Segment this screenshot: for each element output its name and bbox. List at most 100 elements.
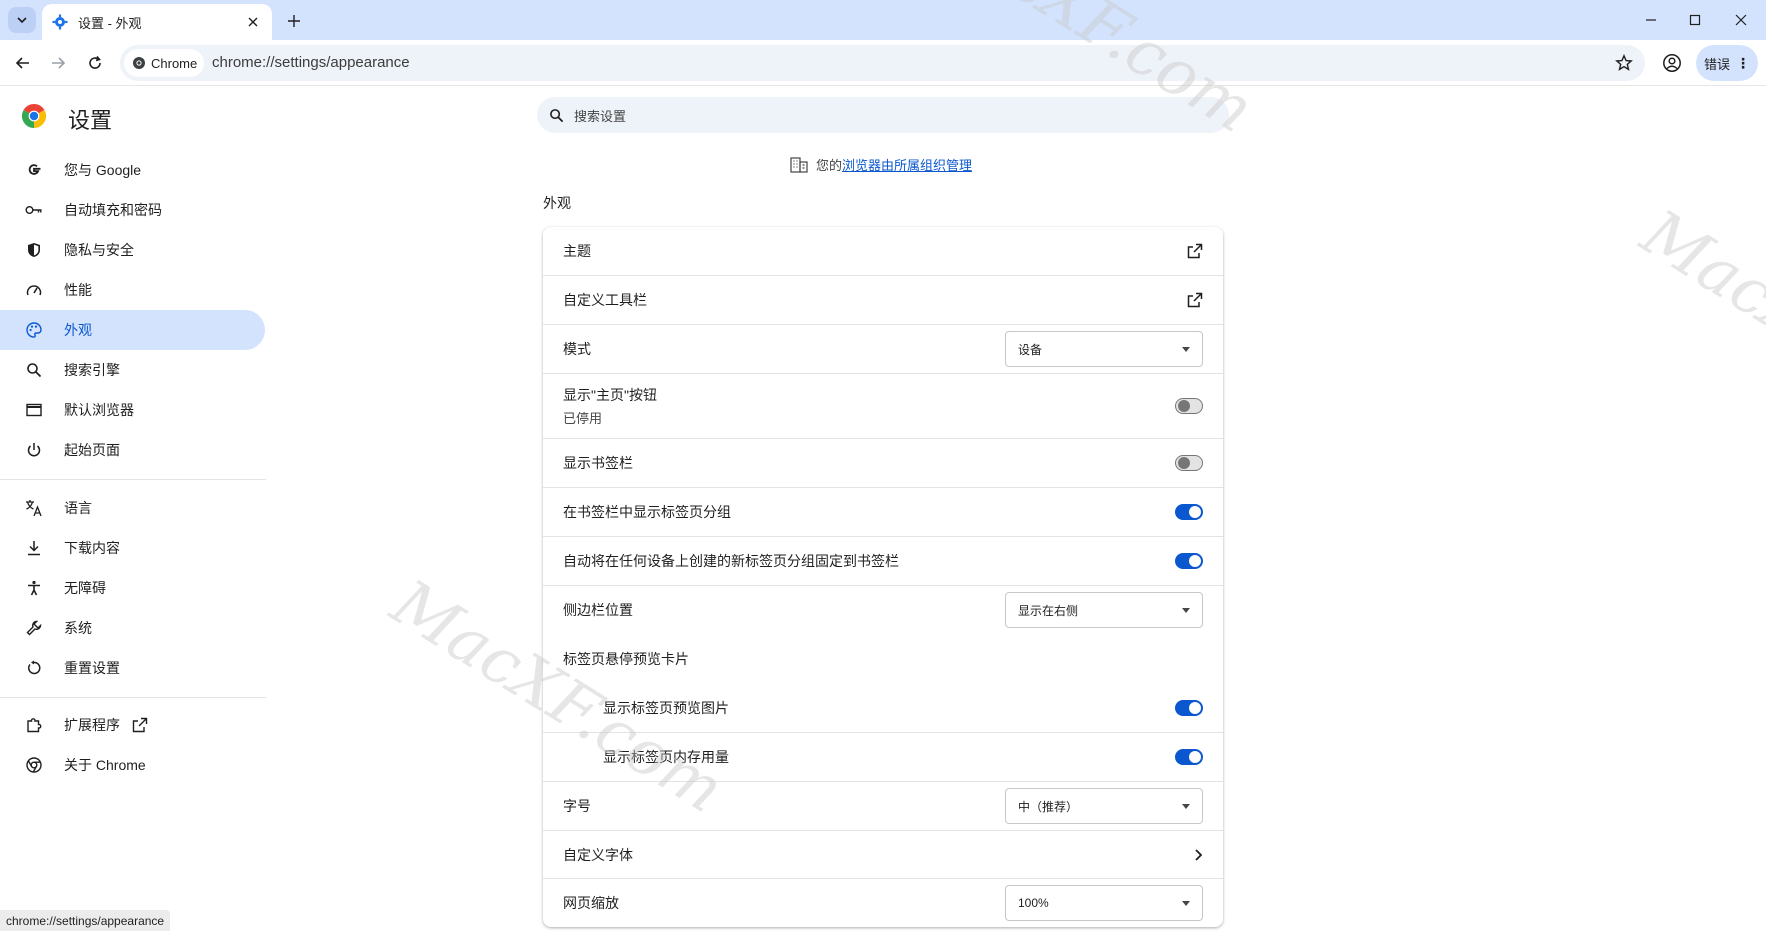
open-in-new-icon[interactable] (1187, 243, 1203, 259)
account-icon (1663, 54, 1681, 72)
memory-usage-toggle[interactable] (1175, 749, 1203, 765)
sidebar-item-appearance[interactable]: 外观 (0, 310, 265, 350)
chevron-right-icon (1195, 848, 1203, 861)
customize-toolbar-label: 自定义工具栏 (563, 292, 647, 308)
site-info-chip[interactable]: Chrome (124, 49, 204, 77)
side-panel-row: 侧边栏位置 显示在右侧 (543, 585, 1223, 634)
maximize-icon (1689, 14, 1701, 26)
sidebar-item-label: 搜索引擎 (64, 362, 120, 378)
appearance-card: 主题 自定义工具栏 模式 设备 显示"主页"按钮 已停用 显示书签栏 在书签栏中… (543, 227, 1223, 927)
tab-search-button[interactable] (8, 7, 36, 33)
forward-button[interactable] (46, 51, 70, 75)
home-button-toggle[interactable] (1175, 398, 1203, 414)
sidebar-item-reset[interactable]: 重置设置 (0, 648, 265, 688)
sidebar-item-performance[interactable]: 性能 (0, 270, 265, 310)
customize-toolbar-row[interactable]: 自定义工具栏 (543, 275, 1223, 324)
tab-groups-toggle[interactable] (1175, 504, 1203, 520)
page-title: 设置 (68, 108, 113, 133)
palette-icon (24, 320, 44, 340)
sidebar-item-label: 性能 (64, 282, 92, 298)
gear-icon (52, 14, 68, 30)
active-tab[interactable]: 设置 - 外观 (42, 4, 272, 40)
status-bar: chrome://settings/appearance (0, 910, 171, 931)
tab-close-button[interactable] (244, 13, 262, 31)
sidebar-item-on-startup[interactable]: 起始页面 (0, 430, 265, 470)
sidebar-item-label: 隐私与安全 (64, 242, 134, 258)
speedometer-icon (24, 280, 44, 300)
memory-usage-row[interactable]: 显示标签页内存用量 (543, 732, 1223, 781)
sidebar-item-accessibility[interactable]: 无障碍 (0, 568, 265, 608)
managed-link[interactable]: 浏览器由所属组织管理 (842, 155, 972, 174)
pin-new-groups-toggle[interactable] (1175, 553, 1203, 569)
tab-groups-row[interactable]: 在书签栏中显示标签页分组 (543, 487, 1223, 536)
sidebar-item-about[interactable]: 关于 Chrome (0, 745, 265, 785)
custom-fonts-row[interactable]: 自定义字体 (543, 830, 1223, 878)
reload-button[interactable] (83, 51, 107, 75)
home-button-row[interactable]: 显示"主页"按钮 已停用 (543, 373, 1223, 438)
bookmark-star-button[interactable] (1613, 52, 1635, 74)
sidebar-item-downloads[interactable]: 下载内容 (0, 528, 265, 568)
shield-icon (24, 240, 44, 260)
new-tab-button[interactable] (282, 9, 306, 33)
preview-image-row[interactable]: 显示标签页预览图片 (543, 683, 1223, 732)
reload-icon (89, 55, 101, 69)
open-in-new-icon[interactable] (1187, 292, 1203, 308)
section-title: 外观 (543, 195, 571, 211)
error-menu-button[interactable]: 错误 ⋮ (1696, 45, 1758, 81)
search-icon (24, 360, 44, 380)
side-panel-select[interactable]: 显示在右侧 (1005, 592, 1203, 628)
sidebar-item-label: 下载内容 (64, 540, 120, 556)
more-vert-icon: ⋮ (1736, 54, 1750, 71)
preview-image-toggle[interactable] (1175, 699, 1203, 716)
theme-row[interactable]: 主题 (543, 227, 1223, 275)
pin-new-groups-row[interactable]: 自动将在任何设备上创建的新标签页分组固定到书签栏 (543, 536, 1223, 585)
building-icon (790, 156, 808, 173)
custom-fonts-label: 自定义字体 (563, 846, 633, 863)
sidebar-item-extensions[interactable]: 扩展程序 (0, 705, 265, 745)
font-size-select[interactable]: 中（推荐） (1005, 788, 1203, 824)
close-icon (1735, 14, 1747, 26)
back-button[interactable] (11, 51, 35, 75)
error-label: 错误 (1703, 56, 1730, 72)
reset-icon (24, 658, 44, 678)
browser-window-icon (24, 400, 44, 420)
zoom-value: 100% (1018, 896, 1049, 910)
sidebar-divider (0, 479, 266, 480)
open-in-new-icon (132, 717, 148, 733)
sidebar-item-default-browser[interactable]: 默认浏览器 (0, 390, 265, 430)
mode-select[interactable]: 设备 (1005, 331, 1203, 367)
tab-strip: 设置 - 外观 (0, 0, 1766, 40)
mode-row: 模式 设备 (543, 324, 1223, 373)
sidebar-item-languages[interactable]: 语言 (0, 488, 265, 528)
memory-usage-label: 显示标签页内存用量 (603, 749, 729, 765)
home-button-sublabel: 已停用 (563, 411, 603, 426)
dropdown-arrow-icon (1182, 607, 1190, 613)
sidebar-item-you-and-google[interactable]: 您与 Google (0, 150, 265, 190)
sidebar-item-label: 系统 (64, 620, 92, 636)
maximize-button[interactable] (1672, 0, 1718, 40)
font-size-label: 字号 (563, 798, 591, 814)
minimize-button[interactable] (1628, 0, 1674, 40)
sidebar-item-autofill[interactable]: 自动填充和密码 (0, 190, 265, 230)
bookmarks-bar-toggle[interactable] (1175, 455, 1203, 471)
sidebar-item-label: 关于 Chrome (64, 757, 146, 773)
sidebar-item-label: 起始页面 (64, 442, 120, 458)
toolbar: Chrome chrome://settings/appearance 错误 ⋮ (0, 40, 1766, 86)
mode-value: 设备 (1018, 342, 1043, 357)
dropdown-arrow-icon (1182, 900, 1190, 906)
sidebar-item-system[interactable]: 系统 (0, 608, 265, 648)
sidebar-item-search-engine[interactable]: 搜索引擎 (0, 350, 265, 390)
minimize-icon (1646, 19, 1656, 21)
address-bar[interactable]: Chrome chrome://settings/appearance (120, 45, 1645, 81)
sidebar-item-privacy[interactable]: 隐私与安全 (0, 230, 265, 270)
sidebar-item-label: 语言 (64, 500, 92, 516)
profile-button[interactable] (1660, 51, 1684, 75)
tab-title: 设置 - 外观 (78, 15, 142, 31)
watermark: MacXF.com (1628, 196, 1766, 458)
search-settings-input[interactable]: 搜索设置 (537, 97, 1229, 133)
home-button-label: 显示"主页"按钮 (563, 387, 657, 403)
sidebar-item-label: 重置设置 (64, 660, 120, 676)
window-close-button[interactable] (1718, 0, 1764, 40)
bookmarks-bar-row[interactable]: 显示书签栏 (543, 438, 1223, 487)
zoom-select[interactable]: 100% (1005, 885, 1203, 921)
